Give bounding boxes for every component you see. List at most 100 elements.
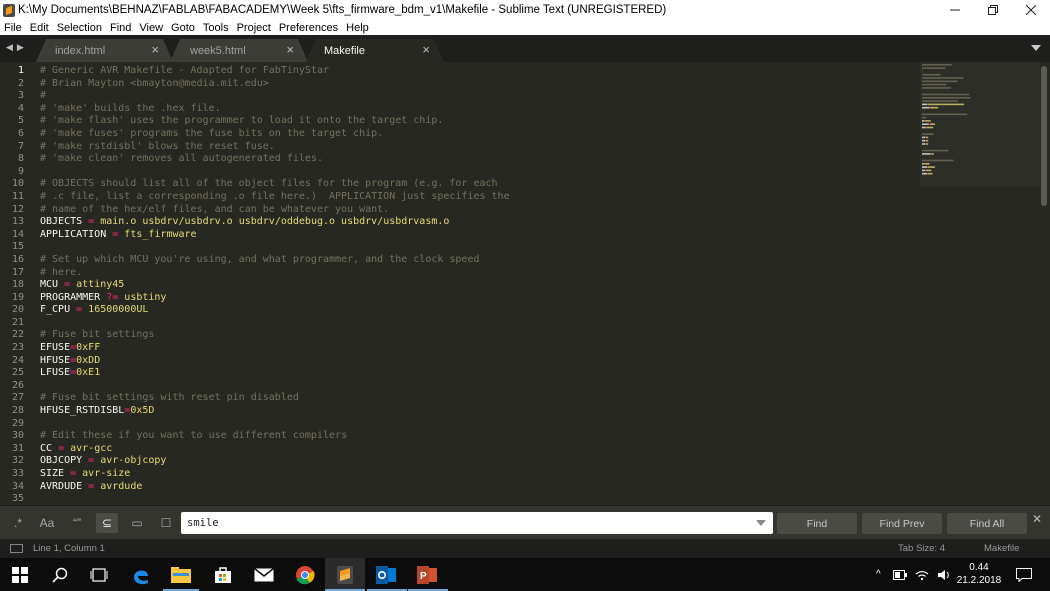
- menu-tools[interactable]: Tools: [203, 22, 229, 34]
- code-line[interactable]: [40, 493, 510, 505]
- menu-preferences[interactable]: Preferences: [279, 22, 338, 34]
- code-line[interactable]: [40, 166, 510, 179]
- minimap-token: [922, 113, 968, 116]
- windows-start-icon[interactable]: [8, 563, 32, 587]
- wifi-icon[interactable]: [915, 569, 929, 581]
- notifications-icon[interactable]: [1012, 563, 1036, 587]
- clock[interactable]: 0.44 21.2.2018: [950, 561, 1008, 587]
- code-line[interactable]: # OBJECTS should list all of the object …: [40, 178, 510, 191]
- case-sensitive-toggle[interactable]: Aa: [36, 513, 58, 533]
- find-all-button[interactable]: Find All: [947, 513, 1027, 534]
- wrap-toggle[interactable]: ⊆: [96, 513, 118, 533]
- code-line[interactable]: # here.: [40, 267, 510, 280]
- chrome-icon[interactable]: [293, 563, 317, 587]
- search-icon[interactable]: [48, 563, 72, 587]
- menu-view[interactable]: View: [139, 22, 163, 34]
- whole-word-toggle[interactable]: “”: [66, 513, 88, 533]
- minimap-token: [925, 169, 932, 172]
- code-line[interactable]: HFUSE_RSTDISBL=0x5D: [40, 405, 510, 418]
- code-line[interactable]: # Generic AVR Makefile - Adapted for Fab…: [40, 65, 510, 78]
- regex-toggle[interactable]: .*: [7, 513, 29, 533]
- mail-icon[interactable]: [252, 563, 276, 587]
- tab-size-indicator[interactable]: Tab Size: 4: [898, 543, 945, 554]
- syntax-indicator[interactable]: Makefile: [984, 543, 1019, 554]
- panel-toggle-icon[interactable]: [10, 544, 23, 553]
- task-view-icon[interactable]: [87, 563, 111, 587]
- outlook-icon[interactable]: [374, 563, 398, 587]
- tab-week5-html[interactable]: week5.html ×: [170, 39, 308, 62]
- code-line[interactable]: # Fuse bit settings: [40, 329, 510, 342]
- battery-icon[interactable]: [892, 569, 907, 580]
- menu-selection[interactable]: Selection: [57, 22, 102, 34]
- code-line[interactable]: HFUSE=0xDD: [40, 355, 510, 368]
- tab-makefile[interactable]: Makefile ×: [306, 39, 444, 62]
- code-line[interactable]: EFUSE=0xFF: [40, 342, 510, 355]
- highlight-matches-toggle[interactable]: ☐: [155, 513, 177, 533]
- code-line[interactable]: # 'make fuses' programs the fuse bits on…: [40, 128, 510, 141]
- code-line[interactable]: # Fuse bit settings with reset pin disab…: [40, 392, 510, 405]
- code-line[interactable]: APPLICATION = fts_firmware: [40, 229, 510, 242]
- code-line[interactable]: F_CPU = 16500000UL: [40, 304, 510, 317]
- tab-index-html[interactable]: index.html ×: [36, 39, 173, 62]
- powerpoint-icon[interactable]: P: [415, 563, 439, 587]
- code-line[interactable]: MCU = attiny45: [40, 279, 510, 292]
- code-token: # name of the hex/elf files, and can be …: [40, 203, 390, 215]
- code-line[interactable]: AVRDUDE = avrdude: [40, 481, 510, 494]
- code-line[interactable]: # 'make rstdisbl' blows the reset fuse.: [40, 141, 510, 154]
- find-prev-button[interactable]: Find Prev: [862, 513, 942, 534]
- tab-next-icon[interactable]: ▶: [17, 42, 24, 53]
- minimize-button[interactable]: [936, 0, 974, 20]
- code-line[interactable]: # 'make flash' uses the programmer to lo…: [40, 115, 510, 128]
- menu-edit[interactable]: Edit: [30, 22, 49, 34]
- code-line[interactable]: # Edit these if you want to use differen…: [40, 430, 510, 443]
- in-selection-toggle[interactable]: ▭: [126, 513, 148, 533]
- menu-project[interactable]: Project: [237, 22, 271, 34]
- find-history-dropdown-icon[interactable]: [756, 520, 766, 526]
- code-line[interactable]: OBJECTS = main.o usbdrv/usbdrv.o usbdrv/…: [40, 216, 510, 229]
- volume-icon[interactable]: [937, 569, 951, 581]
- code-line[interactable]: SIZE = avr-size: [40, 468, 510, 481]
- menu-file[interactable]: File: [4, 22, 22, 34]
- code-line[interactable]: CC = avr-gcc: [40, 443, 510, 456]
- code-area[interactable]: # Generic AVR Makefile - Adapted for Fab…: [40, 62, 910, 505]
- code-line[interactable]: # Brian Mayton <bmayton@media.mit.edu>: [40, 78, 510, 91]
- line-number: 1: [17, 65, 24, 76]
- minimap[interactable]: [920, 62, 1040, 505]
- tray-overflow-icon[interactable]: ^: [876, 569, 881, 580]
- code-line[interactable]: LFUSE=0xE1: [40, 367, 510, 380]
- code-line[interactable]: # Set up which MCU you're using, and wha…: [40, 254, 510, 267]
- vertical-scrollbar[interactable]: [1041, 66, 1047, 206]
- tab-list-dropdown-icon[interactable]: [1031, 45, 1041, 51]
- store-icon[interactable]: [211, 563, 235, 587]
- code-line[interactable]: [40, 241, 510, 254]
- menu-goto[interactable]: Goto: [171, 22, 195, 34]
- minimap-token: [922, 100, 958, 102]
- code-token: 0xDD: [76, 354, 101, 366]
- sublime-text-icon[interactable]: [333, 563, 357, 587]
- editor[interactable]: 1 2 3 4 5 6 7 8 9 10 11 12 13 14 15 16 17 18 19 20 21 22 23 24 2…: [0, 62, 1050, 505]
- code-line[interactable]: [40, 380, 510, 393]
- tab-prev-icon[interactable]: ◀: [6, 42, 13, 53]
- find-input[interactable]: smile: [181, 512, 773, 534]
- code-line[interactable]: [40, 317, 510, 330]
- code-line[interactable]: # 'make clean' removes all autogenerated…: [40, 153, 510, 166]
- find-button[interactable]: Find: [777, 513, 857, 534]
- close-find-panel-icon[interactable]: ✕: [1032, 512, 1042, 526]
- tab-close-icon[interactable]: ×: [151, 42, 159, 57]
- code-line[interactable]: PROGRAMMER ?= usbtiny: [40, 292, 510, 305]
- code-token: F_CPU: [40, 304, 77, 316]
- menu-help[interactable]: Help: [346, 22, 369, 34]
- code-line[interactable]: # .c file, list a corresponding .o file …: [40, 191, 510, 204]
- code-line[interactable]: OBJCOPY = avr-objcopy: [40, 455, 510, 468]
- menu-find[interactable]: Find: [110, 22, 131, 34]
- tab-close-icon[interactable]: ×: [422, 42, 430, 57]
- code-line[interactable]: # 'make' builds the .hex file.: [40, 103, 510, 116]
- code-line[interactable]: [40, 418, 510, 431]
- tab-close-icon[interactable]: ×: [286, 42, 294, 57]
- code-line[interactable]: # name of the hex/elf files, and can be …: [40, 204, 510, 217]
- edge-icon[interactable]: [129, 563, 153, 587]
- close-window-button[interactable]: [1012, 0, 1050, 20]
- code-line[interactable]: #: [40, 90, 510, 103]
- maximize-button[interactable]: [974, 0, 1012, 20]
- window-controls: [936, 0, 1050, 20]
